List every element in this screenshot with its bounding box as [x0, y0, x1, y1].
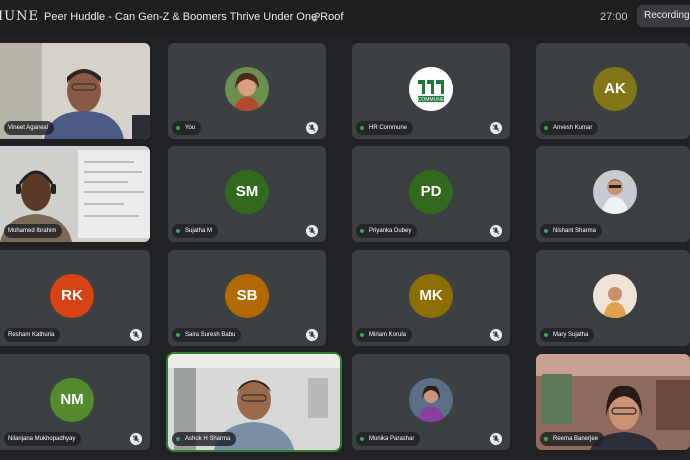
participant-tile[interactable]: AK Anvesh Kumar — [536, 43, 690, 139]
speaking-indicator — [176, 229, 180, 233]
mic-off-icon — [306, 122, 318, 134]
speaking-indicator — [544, 126, 548, 130]
participant-tile[interactable]: MK Miriam Korula — [352, 250, 510, 346]
participant-name-label: You — [172, 121, 202, 135]
participant-name: Vineet Agarwal — [8, 125, 48, 131]
participant-tile[interactable]: SM Sujatha M — [168, 146, 326, 242]
participant-tile[interactable]: Mary Sujatha — [536, 250, 690, 346]
participant-initials-avatar: SM — [225, 170, 269, 214]
participant-tile[interactable]: RK Resham Kathuria — [0, 250, 150, 346]
speaking-indicator — [176, 126, 180, 130]
participant-name-label: Mary Sujatha — [540, 328, 595, 342]
meeting-top-bar: IUNE Peer Huddle - Can Gen-Z & Boomers T… — [0, 0, 690, 36]
participant-photo-avatar — [593, 170, 637, 214]
recording-button[interactable]: Recording — [637, 5, 690, 27]
speaking-indicator — [544, 229, 548, 233]
participant-name: Monika Parashar — [369, 436, 415, 442]
meeting-timer: 27:00 — [600, 11, 628, 23]
participant-tile[interactable]: Nishant Sharma — [536, 146, 690, 242]
participant-initials-avatar: AK — [593, 67, 637, 111]
participant-tile[interactable]: COMMUNE HR Commune — [352, 43, 510, 139]
participant-name: Resham Kathuria — [8, 332, 55, 338]
participant-name-label: Saira Suresh Babu — [172, 328, 242, 342]
hr-commune-logo-text: COMMUNE — [418, 97, 445, 103]
participant-name-label: Priyanka Dubey — [356, 224, 418, 238]
mic-off-icon — [306, 329, 318, 341]
participant-name-label: Resham Kathuria — [4, 328, 61, 342]
participant-name-label: Reema Banerjee — [540, 432, 605, 446]
participant-name-label: Nilanjana Mukhopadhyay — [4, 432, 82, 446]
brand-logo: IUNE — [0, 9, 39, 24]
participant-tile[interactable]: You — [168, 43, 326, 139]
participant-initials-avatar: MK — [409, 274, 453, 318]
mic-off-icon — [130, 433, 142, 445]
participant-name: Reema Banerjee — [553, 436, 599, 442]
participant-name-label: Sujatha M — [172, 224, 219, 238]
participant-name: You — [185, 125, 196, 131]
participant-tile[interactable]: Mohamed Ibrahim — [0, 146, 150, 242]
mic-off-icon — [130, 329, 142, 341]
participant-name-label: Mohamed Ibrahim — [4, 224, 63, 238]
speaking-indicator — [176, 333, 180, 337]
participant-initials-avatar: RK — [50, 274, 94, 318]
hr-commune-logo-avatar: COMMUNE — [409, 67, 453, 111]
participant-photo-avatar — [593, 274, 637, 318]
participant-name-label: HR Commune — [356, 121, 414, 135]
participant-name-label: Monika Parashar — [356, 432, 421, 446]
participant-tile[interactable]: SB Saira Suresh Babu — [168, 250, 326, 346]
participant-name-label: Nishant Sharma — [540, 224, 603, 238]
meeting-title: Peer Huddle - Can Gen-Z & Boomers Thrive… — [44, 11, 344, 23]
mic-off-icon — [490, 433, 502, 445]
participant-name: Anvesh Kumar — [553, 125, 593, 131]
participant-name: Mohamed Ibrahim — [8, 228, 57, 234]
speaking-indicator — [360, 437, 364, 441]
link-icon[interactable] — [310, 11, 322, 23]
speaking-indicator — [360, 229, 364, 233]
speaking-indicator — [360, 333, 364, 337]
participant-tile[interactable]: Reema Banerjee — [536, 354, 690, 450]
speaking-indicator — [544, 437, 548, 441]
participant-photo-avatar — [225, 67, 269, 111]
participant-name: Miriam Korula — [369, 332, 407, 338]
participant-name: Saira Suresh Babu — [185, 332, 236, 338]
participant-name: Nilanjana Mukhopadhyay — [8, 436, 76, 442]
participant-name: Sujatha M — [185, 228, 213, 234]
participant-initials-avatar: PD — [409, 170, 453, 214]
participant-name: Ashok H Sharma — [185, 436, 231, 442]
participant-name: Priyanka Dubey — [369, 228, 412, 234]
participant-initials-avatar: NM — [50, 378, 94, 422]
participant-photo-avatar — [409, 378, 453, 422]
participant-tile[interactable]: NM Nilanjana Mukhopadhyay — [0, 354, 150, 450]
participant-name-label: Vineet Agarwal — [4, 121, 54, 135]
speaking-indicator — [176, 437, 180, 441]
mic-off-icon — [490, 329, 502, 341]
participant-name-label: Ashok H Sharma — [172, 432, 237, 446]
participant-tile[interactable]: Monika Parashar — [352, 354, 510, 450]
speaking-indicator — [360, 126, 364, 130]
mic-off-icon — [490, 122, 502, 134]
participant-name: Nishant Sharma — [553, 228, 597, 234]
participant-tile-active-speaker[interactable]: Ashok H Sharma — [168, 354, 340, 450]
participant-tile[interactable]: PD Priyanka Dubey — [352, 146, 510, 242]
mic-off-icon — [306, 225, 318, 237]
participant-name: Mary Sujatha — [553, 332, 589, 338]
speaking-indicator — [544, 333, 548, 337]
mic-off-icon — [490, 225, 502, 237]
participant-initials-avatar: SB — [225, 274, 269, 318]
participant-name-label: Anvesh Kumar — [540, 121, 599, 135]
participant-tile[interactable]: Vineet Agarwal — [0, 43, 150, 139]
participant-name: HR Commune — [369, 125, 408, 131]
participant-name-label: Miriam Korula — [356, 328, 413, 342]
